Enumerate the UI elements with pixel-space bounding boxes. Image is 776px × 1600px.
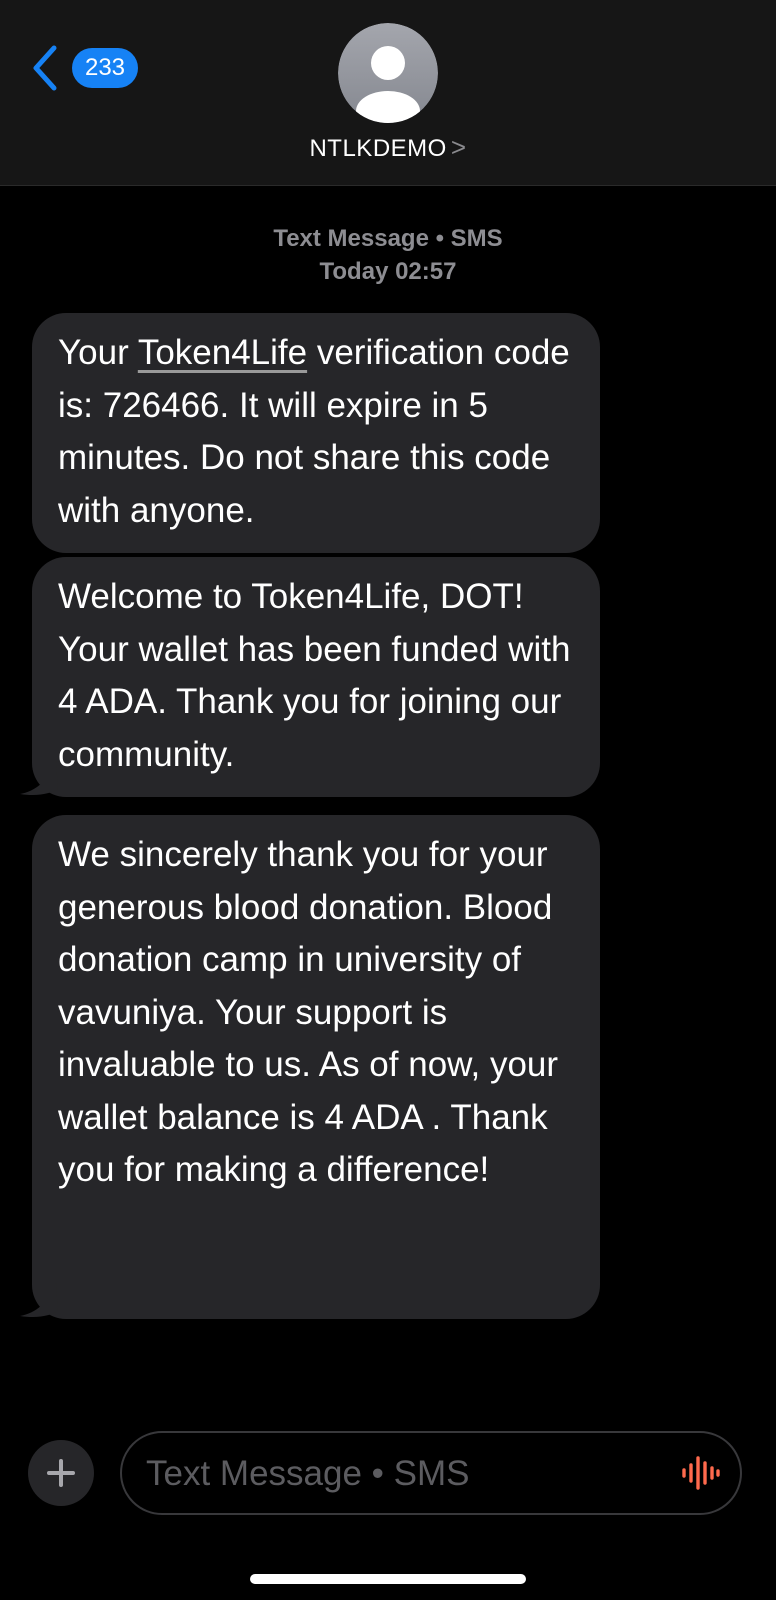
plus-icon	[47, 1459, 75, 1487]
message-text: We sincerely thank you for your generous…	[58, 835, 559, 1189]
message-input[interactable]	[144, 1447, 648, 1501]
person-icon	[338, 23, 438, 123]
contact-name-button[interactable]: NTLKDEMO >	[0, 132, 776, 163]
message-link[interactable]: Token4Life	[138, 333, 307, 372]
waveform-icon[interactable]	[680, 1453, 720, 1493]
timestamp: Today 02:57	[319, 258, 457, 285]
unread-count-badge: 233	[72, 48, 138, 88]
home-indicator[interactable]	[250, 1574, 526, 1584]
back-button[interactable]: 233	[30, 44, 138, 92]
bubble-tail	[20, 1283, 58, 1318]
contact-avatar[interactable]	[338, 23, 438, 123]
message-text: Your	[58, 333, 138, 372]
contact-name: NTLKDEMO	[309, 135, 447, 162]
message-composer[interactable]	[120, 1431, 742, 1515]
service-label: Text Message • SMS	[273, 225, 503, 252]
bubble-tail	[20, 761, 58, 796]
chevron-left-icon	[33, 45, 57, 91]
add-attachment-button[interactable]	[28, 1440, 94, 1506]
conversation-header: 233 NTLKDEMO >	[0, 0, 776, 186]
message-text: Welcome to Token4Life, DOT! Your wallet …	[58, 577, 571, 774]
chevron-right-icon: >	[450, 132, 467, 162]
message-bubble[interactable]: Your Token4Life verification code is: 72…	[32, 313, 600, 553]
message-bubble[interactable]: We sincerely thank you for your generous…	[32, 815, 600, 1319]
thread-meta: Text Message • SMS Today 02:57	[0, 222, 776, 288]
message-bubble[interactable]: Welcome to Token4Life, DOT! Your wallet …	[32, 557, 600, 797]
